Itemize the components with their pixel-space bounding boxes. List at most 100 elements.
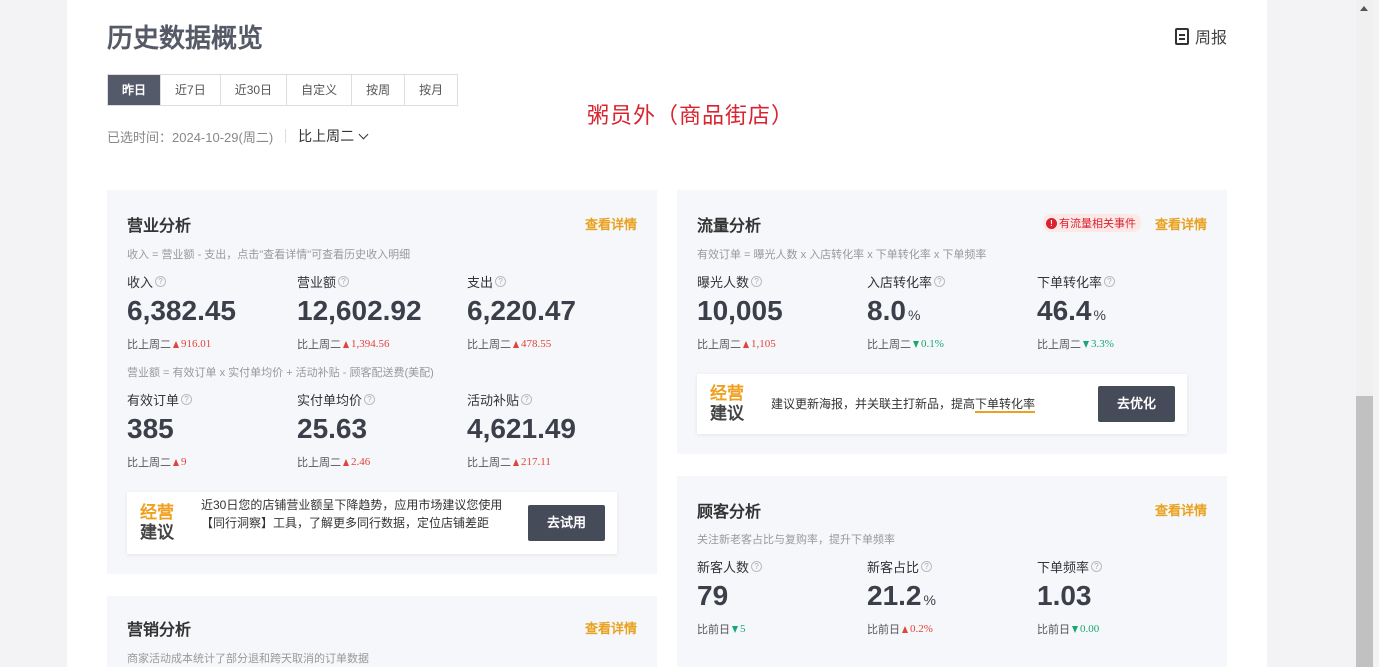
metric-value: 6,382.45 [127, 295, 236, 326]
scroll-up-arrow-icon[interactable] [1360, 6, 1368, 11]
compare-label: 比上周二 [297, 457, 341, 469]
traffic-title: 流量分析 [697, 218, 762, 235]
metric-new-customers: 新客人数? 79 比前日 5 [697, 558, 857, 637]
tab-yesterday[interactable]: 昨日 [108, 75, 162, 105]
selected-time-row: 已选时间：2024-10-29(周二) 比上周二 [107, 126, 369, 146]
advice-logo: 经营 建议 [140, 503, 174, 542]
traffic-event-badge[interactable]: ! 有流量相关事件 [1043, 214, 1141, 232]
help-icon[interactable]: ? [338, 275, 350, 287]
help-icon[interactable]: ? [521, 393, 533, 405]
advice-text: 近30日您的店铺营业额呈下降趋势，应用市场建议您使用【同行洞察】工具，了解更多同… [201, 498, 503, 530]
metric-label: 收入 [127, 274, 154, 290]
customer-desc: 关注新老客占比与复购率，提升下单频率 [697, 534, 895, 546]
help-icon[interactable]: ? [934, 275, 946, 287]
help-icon[interactable]: ? [155, 275, 167, 287]
arrow-down-icon [732, 625, 738, 633]
main-content: 历史数据概览 周报 昨日 近7日 近30日 自定义 按周 按月 粥员外（商品街店… [67, 0, 1267, 667]
compare-label: 比上周二 [298, 128, 355, 144]
metric-label: 下单转化率 [1037, 274, 1103, 290]
compare-label: 比上周二 [1037, 339, 1081, 351]
business-advice-box: 经营 建议 近30日您的店铺营业额呈下降趋势，应用市场建议您使用【同行洞察】工具… [127, 492, 617, 554]
selected-time: 已选时间：2024-10-29(周二) [107, 129, 274, 145]
compare-label: 比上周二 [297, 339, 341, 351]
metric-delta: 217.11 [521, 456, 551, 468]
compare-label: 比前日 [697, 624, 730, 636]
weekly-report-label: 周报 [1194, 30, 1227, 47]
arrow-up-icon [743, 340, 749, 348]
help-icon[interactable]: ? [364, 393, 376, 405]
metric-store-conversion: 入店转化率? 8.0% 比上周二 0.1% [867, 273, 1027, 352]
metric-label: 活动补贴 [467, 392, 520, 408]
metric-valid-orders: 有效订单? 385 比上周二 9 [127, 391, 287, 470]
business-desc: 收入 = 营业额 - 支出，点击"查看详情"可查看历史收入明细 [127, 249, 411, 261]
optimize-button[interactable]: 去优化 [1098, 386, 1175, 422]
business-analysis-card: 营业分析 查看详情 收入 = 营业额 - 支出，点击"查看详情"可查看历史收入明… [107, 190, 657, 574]
arrow-up-icon [343, 340, 349, 348]
help-icon[interactable]: ? [751, 275, 763, 287]
metric-value: 25.63 [297, 413, 368, 444]
metric-value: 21.2% [867, 580, 936, 611]
weekly-report-link[interactable]: 周报 [1174, 24, 1227, 48]
tab-by-week[interactable]: 按周 [352, 75, 406, 105]
business-title: 营业分析 [127, 218, 192, 235]
advice-logo: 经营 建议 [710, 384, 744, 423]
traffic-details-link[interactable]: 查看详情 [1155, 214, 1207, 233]
metric-delta: 5 [740, 623, 746, 635]
scrollbar-thumb[interactable] [1356, 396, 1373, 667]
report-icon [1174, 27, 1189, 45]
try-button[interactable]: 去试用 [528, 505, 605, 541]
metric-label: 入店转化率 [867, 274, 933, 290]
page-scrollbar[interactable] [1356, 0, 1373, 667]
business-details-link[interactable]: 查看详情 [585, 214, 637, 233]
compare-label: 比上周二 [127, 457, 171, 469]
help-icon[interactable]: ? [495, 275, 507, 287]
metric-income: 收入? 6,382.45 比上周二 916.01 [127, 273, 287, 352]
compare-label: 比上周二 [467, 339, 511, 351]
help-icon[interactable]: ? [1104, 275, 1116, 287]
metric-label: 营业额 [297, 274, 337, 290]
metric-new-customer-ratio: 新客占比? 21.2% 比前日 0.2% [867, 558, 1027, 637]
metric-delta: 478.55 [521, 338, 552, 350]
tab-custom[interactable]: 自定义 [287, 75, 353, 105]
arrow-down-icon [1083, 340, 1089, 348]
arrow-up-icon [902, 625, 908, 633]
help-icon[interactable]: ? [921, 560, 933, 572]
metric-delta: 1,394.56 [351, 338, 390, 350]
customer-details-link[interactable]: 查看详情 [1155, 500, 1207, 519]
tab-last-30-days[interactable]: 近30日 [220, 75, 288, 105]
metric-delta: 9 [181, 456, 187, 468]
compare-label: 比上周二 [127, 339, 171, 351]
metric-label: 实付单均价 [297, 392, 363, 408]
marketing-details-link[interactable]: 查看详情 [585, 618, 637, 637]
metric-value: 12,602.92 [297, 295, 422, 326]
metric-label: 支出 [467, 274, 494, 290]
arrow-up-icon [513, 458, 519, 466]
date-range-tabs: 昨日 近7日 近30日 自定义 按周 按月 [107, 74, 459, 106]
arrow-down-icon [913, 340, 919, 348]
tab-by-month[interactable]: 按月 [405, 75, 458, 105]
metric-value: 8.0% [867, 295, 921, 326]
help-icon[interactable]: ? [751, 560, 763, 572]
metric-delta: 0.2% [910, 623, 933, 635]
revenue-formula: 营业额 = 有效订单 x 实付单均价 + 活动补贴 - 顾客配送费(美配) [127, 367, 434, 379]
metric-delta: 2.46 [351, 456, 371, 468]
help-icon[interactable]: ? [181, 393, 193, 405]
metric-value: 385 [127, 413, 174, 444]
metric-value: 4,621.49 [467, 413, 576, 444]
traffic-desc: 有效订单 = 曝光人数 x 入店转化率 x 下单转化率 x 下单频率 [697, 249, 987, 261]
metric-value: 10,005 [697, 295, 783, 326]
compare-label: 比前日 [867, 624, 900, 636]
metric-avg-price: 实付单均价? 25.63 比上周二 2.46 [297, 391, 457, 470]
customer-title: 顾客分析 [697, 504, 762, 521]
chevron-down-icon [358, 129, 369, 139]
divider [285, 129, 287, 143]
compare-dropdown[interactable]: 比上周二 [298, 126, 369, 146]
event-badge-label: 有流量相关事件 [1059, 218, 1136, 230]
arrow-down-icon [1072, 625, 1078, 633]
page-title: 历史数据概览 [107, 23, 264, 53]
marketing-analysis-card: 营销分析 查看详情 商家活动成本统计了部分退和跨天取消的订单数据 [107, 596, 657, 667]
help-icon[interactable]: ? [1091, 560, 1103, 572]
compare-label: 比上周二 [867, 339, 911, 351]
metric-delta: 1,105 [751, 338, 776, 350]
tab-last-7-days[interactable]: 近7日 [161, 75, 221, 105]
